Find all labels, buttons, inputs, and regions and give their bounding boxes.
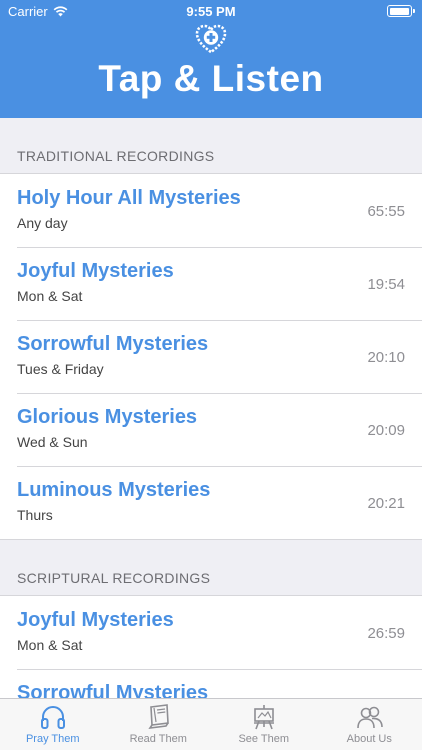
recording-title: Joyful Mysteries bbox=[17, 260, 174, 282]
recording-subtitle: Any day bbox=[17, 215, 68, 231]
recording-title: Sorrowful Mysteries bbox=[17, 333, 209, 355]
recordings-list[interactable]: TRADITIONAL RECORDINGS Holy Hour All Mys… bbox=[0, 118, 422, 698]
traditional-recordings-list: Holy Hour All Mysteries Any day 65:55 Jo… bbox=[0, 173, 422, 540]
recording-subtitle: Tues & Friday bbox=[17, 361, 104, 377]
headphones-icon bbox=[41, 706, 65, 729]
recording-duration: 20:21 bbox=[367, 495, 405, 512]
recording-duration: 65:55 bbox=[367, 203, 405, 220]
recording-row[interactable]: Holy Hour All Mysteries Any day 65:55 bbox=[0, 174, 422, 247]
battery-level-fill bbox=[389, 7, 409, 15]
recording-duration: 20:09 bbox=[367, 422, 405, 439]
recording-subtitle: Thurs bbox=[17, 507, 53, 523]
recording-row[interactable]: Luminous Mysteries Thurs 20:21 bbox=[0, 466, 422, 539]
recording-subtitle: Mon & Sat bbox=[17, 288, 83, 304]
page-title: Tap & Listen bbox=[98, 58, 324, 99]
recording-row[interactable]: Sorrowful Mysteries bbox=[0, 669, 422, 698]
recording-duration: 26:59 bbox=[367, 625, 405, 642]
recording-title: Holy Hour All Mysteries bbox=[17, 187, 241, 209]
recording-subtitle: Wed & Sun bbox=[17, 434, 88, 450]
recording-row[interactable]: Joyful Mysteries Mon & Sat 26:59 bbox=[0, 596, 422, 669]
book-icon bbox=[147, 704, 169, 730]
section-header-scriptural: SCRIPTURAL RECORDINGS bbox=[17, 570, 211, 586]
tab-label: About Us bbox=[346, 733, 392, 745]
tab-about-us[interactable]: About Us bbox=[317, 699, 422, 750]
heart-cross-logo-icon bbox=[195, 24, 227, 54]
status-bar: Carrier 9:55 PM bbox=[0, 0, 422, 22]
recording-row[interactable]: Joyful Mysteries Mon & Sat 19:54 bbox=[0, 247, 422, 320]
recording-title: Glorious Mysteries bbox=[17, 406, 198, 428]
status-time: 9:55 PM bbox=[186, 4, 236, 19]
recording-row[interactable]: Sorrowful Mysteries Tues & Friday 20:10 bbox=[0, 320, 422, 393]
battery-icon bbox=[387, 5, 415, 17]
recording-title: Sorrowful Mysteries bbox=[17, 682, 209, 698]
section-header-traditional: TRADITIONAL RECORDINGS bbox=[17, 148, 215, 164]
tab-label: Pray Them bbox=[25, 733, 80, 745]
tab-label: Read Them bbox=[129, 733, 187, 745]
recording-subtitle: Mon & Sat bbox=[17, 637, 83, 653]
people-icon bbox=[356, 706, 383, 729]
tab-see-them[interactable]: See Them bbox=[211, 699, 317, 750]
app-header: Carrier 9:55 PM Tap & Listen bbox=[0, 0, 422, 118]
tab-read-them[interactable]: Read Them bbox=[106, 699, 212, 750]
easel-icon bbox=[254, 705, 274, 730]
tab-label: See Them bbox=[238, 733, 290, 745]
tab-pray-them[interactable]: Pray Them bbox=[0, 699, 106, 750]
recording-duration: 20:10 bbox=[367, 349, 405, 366]
recording-title: Luminous Mysteries bbox=[17, 479, 211, 501]
recording-row[interactable]: Glorious Mysteries Wed & Sun 20:09 bbox=[0, 393, 422, 466]
recording-title: Joyful Mysteries bbox=[17, 609, 174, 631]
scriptural-recordings-list: Joyful Mysteries Mon & Sat 26:59 Sorrowf… bbox=[0, 595, 422, 698]
recording-duration: 19:54 bbox=[367, 276, 405, 293]
tab-bar: Pray Them Read Them See Them About Us bbox=[0, 698, 422, 750]
